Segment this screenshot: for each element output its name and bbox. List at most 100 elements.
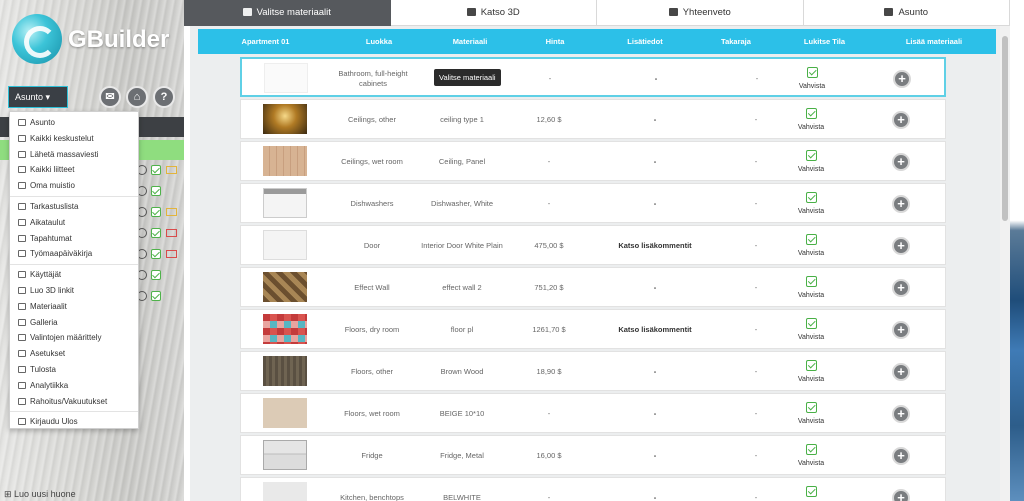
lock-cell[interactable]: Vahvista bbox=[771, 268, 851, 308]
lock-cell[interactable]: Vahvista bbox=[771, 478, 851, 501]
lock-cell[interactable]: Vahvista bbox=[771, 310, 851, 350]
add-room-link[interactable]: ⊞ Luo uusi huone bbox=[4, 489, 76, 500]
check-icon[interactable] bbox=[805, 401, 817, 413]
add-material-button[interactable]: + bbox=[892, 489, 910, 501]
add-material-button[interactable]: + bbox=[892, 195, 910, 213]
cell-text: Fridge bbox=[361, 451, 383, 460]
asunto-menu-button[interactable]: Asunto ▾ bbox=[8, 86, 68, 108]
cell-materiaali: floor pl bbox=[417, 310, 507, 350]
menu-item[interactable]: Valintojen määrittely bbox=[10, 330, 138, 346]
lock-cell[interactable]: Vahvista bbox=[771, 142, 851, 182]
tab-1[interactable]: Valitse materiaalit bbox=[184, 0, 391, 26]
table-row[interactable]: Bathroom, full-height cabinetsFull---Vah… bbox=[240, 57, 946, 97]
check-icon[interactable] bbox=[805, 191, 817, 203]
menu-item[interactable]: Aikataulut bbox=[10, 215, 138, 231]
check-icon[interactable] bbox=[151, 291, 161, 301]
check-icon[interactable] bbox=[151, 165, 161, 175]
table-row[interactable]: Effect Wall effect wall 2 751,20 $ - - Vahvis… bbox=[240, 267, 946, 307]
lock-cell[interactable]: Vahvista bbox=[771, 352, 851, 392]
menu-item[interactable]: Oma muistio bbox=[10, 178, 138, 194]
menu-item[interactable]: Työmaapäiväkirja bbox=[10, 246, 138, 262]
add-material-button[interactable]: + bbox=[892, 279, 910, 297]
broadcast-icon bbox=[18, 150, 26, 158]
menu-item[interactable]: Lähetä massaviesti bbox=[10, 147, 138, 163]
table-row[interactable]: Floors, wet room BEIGE 10*10 - - - Vahvista + bbox=[240, 393, 946, 433]
menu-item[interactable]: Galleria bbox=[10, 315, 138, 331]
menu-item[interactable]: Tapahtumat bbox=[10, 231, 138, 247]
mail-icon[interactable] bbox=[166, 229, 177, 237]
cell-lisatiedot: - bbox=[591, 394, 719, 434]
lock-cell[interactable]: Vahvista bbox=[771, 184, 851, 224]
cell-lisatiedot[interactable]: Katso lisäkommentit bbox=[591, 310, 719, 350]
menu-item[interactable]: Käyttäjät bbox=[10, 267, 138, 283]
tab-4[interactable]: Asunto bbox=[803, 0, 1010, 26]
add-material-button[interactable]: + bbox=[892, 321, 910, 339]
table-row[interactable]: Fridge Fridge, Metal 16,00 $ - - Vahvista + bbox=[240, 435, 946, 475]
logo: GBuilder bbox=[12, 14, 172, 68]
scrollbar-thumb[interactable] bbox=[1002, 36, 1008, 221]
check-icon[interactable] bbox=[805, 359, 817, 371]
check-icon[interactable] bbox=[805, 443, 817, 455]
check-icon[interactable] bbox=[805, 485, 817, 497]
lock-cell[interactable]: Vahvista bbox=[772, 59, 852, 99]
add-material-button[interactable]: + bbox=[892, 405, 910, 423]
menu-item[interactable]: Tulosta bbox=[10, 362, 138, 378]
menu-item[interactable]: Luo 3D linkit bbox=[10, 283, 138, 299]
menu-item[interactable]: Asetukset bbox=[10, 346, 138, 362]
cell-text: 16,00 $ bbox=[536, 451, 562, 460]
cell-text: Floors, other bbox=[350, 367, 394, 376]
envelope-icon[interactable]: ✉ bbox=[99, 86, 121, 108]
home-icon[interactable]: ⌂ bbox=[126, 86, 148, 108]
check-icon[interactable] bbox=[151, 249, 161, 259]
scrollbar[interactable] bbox=[1000, 26, 1010, 501]
table-row[interactable]: Ceilings, wet room Ceiling, Panel - - - Vahvi… bbox=[240, 141, 946, 181]
lock-cell[interactable]: Vahvista bbox=[771, 436, 851, 476]
check-icon[interactable] bbox=[805, 275, 817, 287]
table-row[interactable]: Dishwashers Dishwasher, White - - - Vahvista + bbox=[240, 183, 946, 223]
cell-lisatiedot: - bbox=[591, 142, 719, 182]
menu-item[interactable]: Asunto bbox=[10, 115, 138, 131]
menu-item[interactable]: Analytiikka bbox=[10, 378, 138, 394]
check-icon[interactable] bbox=[151, 186, 161, 196]
add-material-button[interactable]: + bbox=[892, 111, 910, 129]
check-icon[interactable] bbox=[806, 66, 818, 78]
mail-icon[interactable] bbox=[166, 250, 177, 258]
lock-cell[interactable]: Vahvista bbox=[771, 394, 851, 434]
menu-item[interactable]: Kirjaudu Ulos bbox=[10, 414, 138, 430]
menu-item[interactable]: Rahoitus/Vakuutukset bbox=[10, 394, 138, 410]
menu-item[interactable]: Kaikki keskustelut bbox=[10, 131, 138, 147]
add-material-button[interactable]: + bbox=[892, 237, 910, 255]
tag-icon bbox=[18, 302, 26, 310]
check-icon[interactable] bbox=[805, 317, 817, 329]
check-icon[interactable] bbox=[805, 233, 817, 245]
add-material-button[interactable]: + bbox=[893, 70, 911, 88]
help-icon[interactable]: ? bbox=[153, 86, 175, 108]
tab-2[interactable]: Katso 3D bbox=[390, 0, 597, 26]
lock-cell[interactable]: Vahvista bbox=[771, 226, 851, 266]
lock-cell[interactable]: Vahvista bbox=[771, 100, 851, 140]
add-material-button[interactable]: + bbox=[892, 447, 910, 465]
check-icon[interactable] bbox=[151, 228, 161, 238]
menu-item-label: Tapahtumat bbox=[30, 233, 72, 243]
add-material-button[interactable]: + bbox=[892, 363, 910, 381]
cell-luokka: Ceilings, other bbox=[331, 100, 413, 140]
check-icon[interactable] bbox=[151, 270, 161, 280]
table-row[interactable]: Floors, dry room floor pl 1261,70 $ Katso l… bbox=[240, 309, 946, 349]
menu-item[interactable]: Materiaalit bbox=[10, 299, 138, 315]
table-row[interactable]: Door Interior Door White Plain 475,00 $ Kat… bbox=[240, 225, 946, 265]
cell-luokka: Effect Wall bbox=[331, 268, 413, 308]
tab-3[interactable]: Yhteenveto bbox=[597, 0, 804, 26]
table-row[interactable]: Floors, other Brown Wood 18,90 $ - - Vahvista… bbox=[240, 351, 946, 391]
check-icon[interactable] bbox=[805, 149, 817, 161]
mail-icon[interactable] bbox=[166, 166, 177, 174]
table-row[interactable]: Kitchen, benchtops BELWHITE - - - Vahvista + bbox=[240, 477, 946, 501]
cell-lisatiedot[interactable]: Katso lisäkommentit bbox=[591, 226, 719, 266]
menu-item[interactable]: Kaikki liitteet bbox=[10, 162, 138, 178]
cell-text: - bbox=[754, 409, 758, 418]
add-material-button[interactable]: + bbox=[892, 153, 910, 171]
check-icon[interactable] bbox=[805, 107, 817, 119]
table-row[interactable]: Ceilings, other ceiling type 1 12,60 $ - - Va… bbox=[240, 99, 946, 139]
check-icon[interactable] bbox=[151, 207, 161, 217]
menu-item[interactable]: Tarkastuslista bbox=[10, 199, 138, 215]
mail-icon[interactable] bbox=[166, 208, 177, 216]
